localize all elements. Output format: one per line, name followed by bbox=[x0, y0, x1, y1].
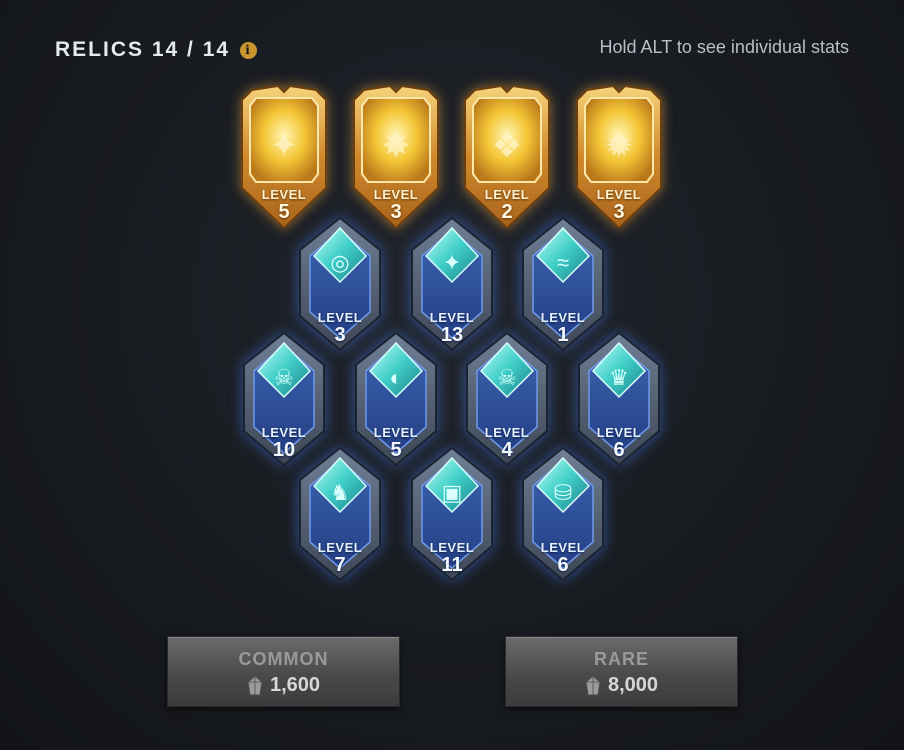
spiral-icon: ◎ bbox=[330, 250, 350, 275]
skull-spear-icon: ☠ bbox=[274, 365, 294, 390]
level-label: LEVEL bbox=[317, 540, 363, 555]
info-icon[interactable]: i bbox=[240, 41, 258, 59]
blue-relic-r2-3[interactable]: ☠ LEVEL 4 bbox=[461, 331, 553, 467]
gold-relic-1[interactable]: ✦ LEVEL 5 bbox=[238, 84, 330, 230]
level-label: LEVEL bbox=[596, 187, 642, 202]
wave-icon: ≈ bbox=[556, 250, 570, 275]
crown-icon: ♛ bbox=[609, 365, 629, 390]
level-value: 7 bbox=[334, 554, 346, 576]
level-label: LEVEL bbox=[484, 187, 530, 202]
blue-relic-r3-3[interactable]: ⛁ LEVEL 6 bbox=[517, 446, 609, 582]
buy-rare-relic-button[interactable]: RARE 8,000 bbox=[505, 636, 738, 707]
common-button-label: COMMON bbox=[238, 649, 329, 669]
blue-relic-r1-1[interactable]: ◎ LEVEL 3 bbox=[294, 216, 386, 352]
relic-emblem-icon: ✦ bbox=[269, 127, 299, 165]
shield-icon: ◐ bbox=[389, 365, 403, 390]
figure-icon: ♞ bbox=[330, 480, 350, 505]
shard-currency-icon bbox=[247, 674, 263, 695]
level-label: LEVEL bbox=[429, 310, 475, 325]
skull-icon: ☠ bbox=[497, 365, 517, 390]
blue-relic-r3-1[interactable]: ♞ LEVEL 7 bbox=[294, 446, 386, 582]
level-value: 6 bbox=[557, 554, 569, 576]
common-price-value: 1,600 bbox=[269, 674, 321, 696]
buy-common-relic-button[interactable]: COMMON 1,600 bbox=[167, 636, 400, 707]
common-price: 1,600 bbox=[168, 674, 399, 697]
gold-relic-4[interactable]: ✹ LEVEL 3 bbox=[573, 84, 665, 230]
coins-icon: ⛁ bbox=[553, 480, 573, 505]
relics-header: RELICS 14 / 14 i bbox=[55, 38, 258, 62]
blue-relic-r2-2[interactable]: ◐ LEVEL 5 bbox=[350, 331, 442, 467]
level-label: LEVEL bbox=[484, 425, 530, 440]
level-label: LEVEL bbox=[373, 425, 419, 440]
alt-hint-text: Hold ALT to see individual stats bbox=[599, 37, 849, 57]
rare-price-value: 8,000 bbox=[607, 674, 659, 696]
relics-count-title: RELICS 14 / 14 bbox=[55, 38, 231, 61]
sparkle-icon: ✦ bbox=[442, 250, 462, 275]
chest-icon: ▣ bbox=[441, 480, 463, 505]
level-label: LEVEL bbox=[261, 425, 307, 440]
blue-relic-r2-4[interactable]: ♛ LEVEL 6 bbox=[573, 331, 665, 467]
rare-price: 8,000 bbox=[506, 674, 737, 697]
shard-currency-icon bbox=[585, 674, 601, 695]
relic-emblem-icon: ✸ bbox=[381, 127, 411, 165]
level-label: LEVEL bbox=[540, 310, 586, 325]
relic-emblem-icon: ❖ bbox=[491, 127, 523, 165]
blue-relic-r1-2[interactable]: ✦ LEVEL 13 bbox=[406, 216, 498, 352]
level-label: LEVEL bbox=[317, 310, 363, 325]
level-label: LEVEL bbox=[596, 425, 642, 440]
relic-emblem-icon: ✹ bbox=[604, 127, 634, 165]
rare-button-label: RARE bbox=[593, 649, 649, 669]
level-label: LEVEL bbox=[540, 540, 586, 555]
blue-relic-r1-3[interactable]: ≈ LEVEL 1 bbox=[517, 216, 609, 352]
level-label: LEVEL bbox=[261, 187, 307, 202]
blue-relic-r2-1[interactable]: ☠ LEVEL 10 bbox=[238, 331, 330, 467]
blue-relic-r3-2[interactable]: ▣ LEVEL 11 bbox=[406, 446, 498, 582]
level-label: LEVEL bbox=[373, 187, 419, 202]
level-value: 11 bbox=[441, 554, 463, 576]
gold-relic-2[interactable]: ✸ LEVEL 3 bbox=[350, 84, 442, 230]
gold-relic-3[interactable]: ❖ LEVEL 2 bbox=[461, 84, 553, 230]
level-label: LEVEL bbox=[429, 540, 475, 555]
